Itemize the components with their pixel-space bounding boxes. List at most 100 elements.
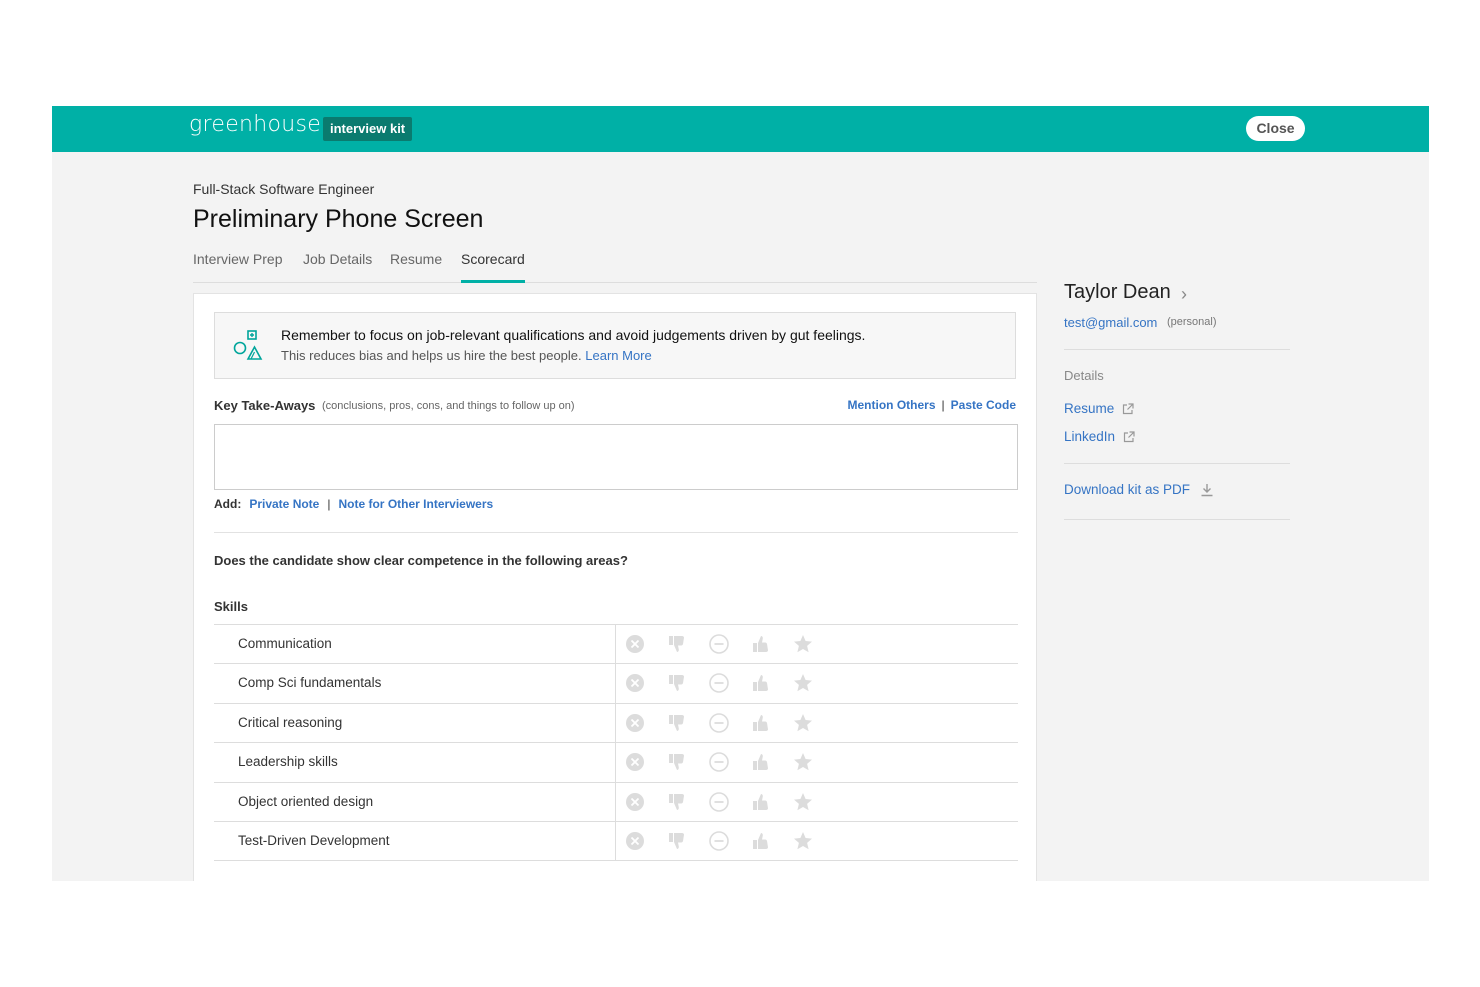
shapes-icon bbox=[233, 330, 263, 360]
candidate-email-link[interactable]: test@gmail.com bbox=[1064, 315, 1157, 330]
bias-notice: Remember to focus on job-relevant qualif… bbox=[214, 312, 1016, 379]
tab-resume[interactable]: Resume bbox=[390, 251, 442, 283]
divider bbox=[214, 532, 1018, 533]
notice-headline: Remember to focus on job-relevant qualif… bbox=[281, 327, 866, 343]
external-link-icon bbox=[1123, 402, 1134, 414]
thumbs-down-icon[interactable] bbox=[666, 751, 688, 773]
thumbs-up-icon[interactable] bbox=[750, 712, 772, 734]
star-icon[interactable] bbox=[792, 672, 814, 694]
linkedin-sidebar-link[interactable]: LinkedIn bbox=[1064, 429, 1135, 444]
note-for-other-interviewers-link[interactable]: Note for Other Interviewers bbox=[338, 497, 493, 511]
mixed-icon[interactable] bbox=[708, 751, 730, 773]
definitely-not-icon[interactable] bbox=[624, 830, 646, 852]
column-divider bbox=[615, 664, 616, 703]
close-button[interactable]: Close bbox=[1246, 116, 1305, 141]
skill-row: Object oriented design bbox=[214, 782, 1018, 822]
download-pdf-label[interactable]: Download kit as PDF bbox=[1064, 482, 1190, 497]
skill-row: Test-Driven Development bbox=[214, 821, 1018, 862]
skills-heading: Skills bbox=[214, 599, 248, 614]
thumbs-down-icon[interactable] bbox=[666, 791, 688, 813]
scorecard-panel: Remember to focus on job-relevant qualif… bbox=[193, 293, 1037, 881]
skill-row: Communication bbox=[214, 625, 1018, 665]
page-title: Preliminary Phone Screen bbox=[193, 205, 484, 233]
skill-name: Test-Driven Development bbox=[238, 832, 390, 848]
thumbs-down-icon[interactable] bbox=[666, 633, 688, 655]
column-divider bbox=[615, 782, 616, 821]
thumbs-up-icon[interactable] bbox=[750, 633, 772, 655]
skill-row: Comp Sci fundamentals bbox=[214, 664, 1018, 704]
rating-buttons bbox=[624, 633, 834, 655]
skill-row: Critical reasoning bbox=[214, 703, 1018, 744]
key-takeaways-hint: (conclusions, pros, cons, and things to … bbox=[322, 400, 575, 412]
mixed-icon[interactable] bbox=[708, 672, 730, 694]
thumbs-up-icon[interactable] bbox=[750, 830, 772, 852]
email-type-label: (personal) bbox=[1167, 316, 1217, 328]
skill-name: Comp Sci fundamentals bbox=[238, 675, 382, 691]
skill-row: Leadership skills bbox=[214, 743, 1018, 783]
thumbs-down-icon[interactable] bbox=[666, 712, 688, 734]
takeaways-actions: Mention Others | Paste Code bbox=[848, 398, 1017, 412]
skill-name: Critical reasoning bbox=[238, 714, 343, 730]
star-icon[interactable] bbox=[792, 712, 814, 734]
candidate-name[interactable]: Taylor Dean bbox=[1064, 281, 1171, 304]
add-note-row: Add: Private Note | Note for Other Intervie… bbox=[214, 497, 493, 511]
star-icon[interactable] bbox=[792, 751, 814, 773]
skills-table: Communication Comp Sci fundamentals Critic… bbox=[214, 624, 1018, 862]
star-icon[interactable] bbox=[792, 830, 814, 852]
skill-name: Leadership skills bbox=[238, 754, 338, 770]
rating-buttons bbox=[624, 672, 834, 694]
interview-kit-badge: interview kit bbox=[323, 117, 413, 141]
thumbs-up-icon[interactable] bbox=[750, 791, 772, 813]
column-divider bbox=[615, 625, 616, 664]
divider bbox=[1064, 349, 1290, 350]
thumbs-down-icon[interactable] bbox=[666, 830, 688, 852]
definitely-not-icon[interactable] bbox=[624, 791, 646, 813]
learn-more-link[interactable]: Learn More bbox=[585, 348, 651, 363]
thumbs-up-icon[interactable] bbox=[750, 751, 772, 773]
separator: | bbox=[327, 497, 331, 511]
definitely-not-icon[interactable] bbox=[624, 633, 646, 655]
resume-link-label[interactable]: Resume bbox=[1064, 401, 1114, 416]
download-pdf-link[interactable]: Download kit as PDF bbox=[1064, 482, 1214, 497]
resume-sidebar-link[interactable]: Resume bbox=[1064, 401, 1134, 416]
tab-scorecard[interactable]: Scorecard bbox=[461, 251, 525, 283]
divider bbox=[1064, 519, 1290, 520]
star-icon[interactable] bbox=[792, 633, 814, 655]
separator: | bbox=[941, 398, 945, 412]
mention-others-link[interactable]: Mention Others bbox=[848, 398, 936, 412]
mixed-icon[interactable] bbox=[708, 791, 730, 813]
linkedin-link-label[interactable]: LinkedIn bbox=[1064, 429, 1115, 444]
key-takeaways-textarea[interactable] bbox=[214, 424, 1018, 490]
skill-name: Object oriented design bbox=[238, 793, 374, 809]
mixed-icon[interactable] bbox=[708, 712, 730, 734]
tab-job-details[interactable]: Job Details bbox=[303, 251, 372, 283]
download-icon bbox=[1201, 483, 1213, 496]
rating-buttons bbox=[624, 830, 834, 852]
mixed-icon[interactable] bbox=[708, 633, 730, 655]
paste-code-link[interactable]: Paste Code bbox=[951, 398, 1016, 412]
rating-buttons bbox=[624, 791, 834, 813]
chevron-right-icon[interactable]: › bbox=[1181, 284, 1187, 305]
definitely-not-icon[interactable] bbox=[624, 751, 646, 773]
job-title: Full-Stack Software Engineer bbox=[193, 181, 375, 197]
interview-kit-window: greenhouse interview kit Close Full-Stac… bbox=[52, 106, 1429, 881]
external-link-icon bbox=[1123, 430, 1135, 442]
definitely-not-icon[interactable] bbox=[624, 712, 646, 734]
thumbs-up-icon[interactable] bbox=[750, 672, 772, 694]
column-divider bbox=[615, 703, 616, 743]
details-label: Details bbox=[1064, 368, 1104, 383]
definitely-not-icon[interactable] bbox=[624, 672, 646, 694]
mixed-icon[interactable] bbox=[708, 830, 730, 852]
notice-sub-text: This reduces bias and helps us hire the … bbox=[281, 348, 582, 363]
column-divider bbox=[615, 743, 616, 782]
private-note-link[interactable]: Private Note bbox=[249, 497, 319, 511]
tab-bar: Interview Prep Job Details Resume Scorec… bbox=[193, 251, 1037, 283]
competence-question: Does the candidate show clear competence… bbox=[214, 553, 628, 568]
greenhouse-logo: greenhouse bbox=[189, 112, 322, 137]
tab-interview-prep[interactable]: Interview Prep bbox=[193, 251, 282, 283]
key-takeaways-label: Key Take-Aways bbox=[214, 398, 316, 413]
thumbs-down-icon[interactable] bbox=[666, 672, 688, 694]
rating-buttons bbox=[624, 751, 834, 773]
top-bar: greenhouse interview kit Close bbox=[52, 106, 1429, 152]
star-icon[interactable] bbox=[792, 791, 814, 813]
